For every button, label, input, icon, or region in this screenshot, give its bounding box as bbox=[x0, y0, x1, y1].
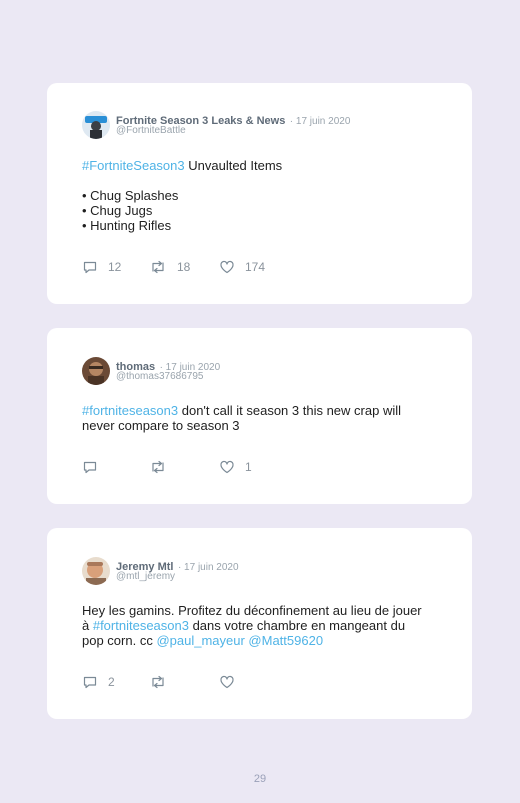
tweet-card: Jeremy Mtl · 17 juin 2020 @mtl_jeremy He… bbox=[47, 528, 472, 719]
reply-button[interactable]: 12 bbox=[82, 259, 121, 275]
reply-button[interactable]: 2 bbox=[82, 674, 115, 690]
tweet-line: à #fortniteseason3 dans votre chambre en… bbox=[82, 618, 422, 633]
tweet-body: Hey les gamins. Profitez du déconfinemen… bbox=[82, 603, 422, 648]
tweet-text: don't call it season 3 this new crap wil… bbox=[178, 403, 401, 418]
tweet-date: · 17 juin 2020 bbox=[177, 562, 239, 573]
like-button[interactable]: 174 bbox=[219, 259, 265, 275]
tweet-text: Unvaulted Items bbox=[184, 158, 283, 173]
like-count: 174 bbox=[245, 260, 266, 274]
like-button[interactable]: 1 bbox=[219, 459, 252, 475]
tweet-header: thomas · 17 juin 2020 @thomas37686795 bbox=[82, 355, 442, 387]
reply-icon bbox=[83, 676, 97, 689]
mention-link[interactable]: @paul_mayeur bbox=[156, 633, 244, 648]
reply-button[interactable] bbox=[82, 459, 108, 475]
tweet-line: #FortniteSeason3 Unvaulted Items bbox=[82, 158, 282, 173]
avatar[interactable] bbox=[82, 557, 110, 585]
retweet-icon bbox=[152, 675, 164, 689]
reply-icon bbox=[83, 461, 97, 474]
tweet-text: pop corn. cc bbox=[82, 633, 157, 648]
tweet-actions: 12 18 174 bbox=[82, 259, 332, 275]
retweet-count: 18 bbox=[177, 260, 191, 274]
retweet-button[interactable]: 18 bbox=[149, 259, 190, 275]
retweet-button[interactable] bbox=[149, 674, 177, 690]
tweet-line: #fortniteseason3 don't call it season 3 … bbox=[82, 403, 401, 418]
tweet-card: Fortnite Season 3 Leaks & News · 17 juin… bbox=[47, 83, 472, 304]
tweet-header: Jeremy Mtl · 17 juin 2020 @mtl_jeremy bbox=[82, 555, 442, 587]
tweet-actions: 1 bbox=[82, 459, 332, 475]
tweet-card: thomas · 17 juin 2020 @thomas37686795 #f… bbox=[47, 328, 472, 504]
tweet-body: #fortniteseason3 don't call it season 3 … bbox=[82, 403, 401, 433]
like-count: 1 bbox=[245, 460, 252, 474]
avatar[interactable] bbox=[82, 357, 110, 385]
tweet-line: never compare to season 3 bbox=[82, 418, 240, 433]
hashtag-link[interactable]: #FortniteSeason3 bbox=[82, 158, 185, 173]
hashtag-link[interactable]: #fortniteseason3 bbox=[82, 403, 178, 418]
author-handle[interactable]: @thomas37686795 bbox=[116, 371, 203, 382]
retweet-button[interactable] bbox=[149, 459, 177, 475]
tweet-body: #FortniteSeason3 Unvaulted Items • Chug … bbox=[82, 158, 282, 233]
reply-count: 2 bbox=[108, 675, 115, 689]
mention-link[interactable]: @Matt59620 bbox=[248, 633, 323, 648]
retweet-icon bbox=[152, 260, 164, 274]
hashtag-link[interactable]: #fortniteseason3 bbox=[93, 618, 189, 633]
reply-icon bbox=[83, 261, 97, 274]
tweet-date: · 17 juin 2020 bbox=[289, 116, 351, 127]
tweet-text: dans votre chambre en mangeant du bbox=[188, 618, 406, 633]
tweet-header: Fortnite Season 3 Leaks & News · 17 juin… bbox=[82, 109, 442, 141]
like-button[interactable] bbox=[219, 674, 245, 690]
retweet-icon bbox=[152, 460, 164, 474]
tweet-line: • Chug Splashes bbox=[82, 188, 179, 203]
tweet-line: pop corn. cc @paul_mayeur @Matt59620 bbox=[82, 633, 422, 648]
avatar[interactable] bbox=[82, 111, 110, 139]
page-number: 29 bbox=[253, 773, 267, 785]
heart-icon bbox=[220, 460, 234, 474]
tweet-line: Hey les gamins. Profitez du déconfinemen… bbox=[82, 603, 422, 618]
tweet-text: à bbox=[82, 618, 93, 633]
tweet-line: • Chug Jugs bbox=[82, 203, 153, 218]
author-handle[interactable]: @FortniteBattle bbox=[116, 125, 186, 136]
heart-icon bbox=[220, 260, 234, 274]
heart-icon bbox=[220, 675, 234, 689]
author-handle[interactable]: @mtl_jeremy bbox=[116, 571, 175, 582]
reply-count: 12 bbox=[108, 260, 122, 274]
tweet-line: • Hunting Rifles bbox=[82, 218, 172, 233]
tweet-actions: 2 bbox=[82, 674, 332, 690]
